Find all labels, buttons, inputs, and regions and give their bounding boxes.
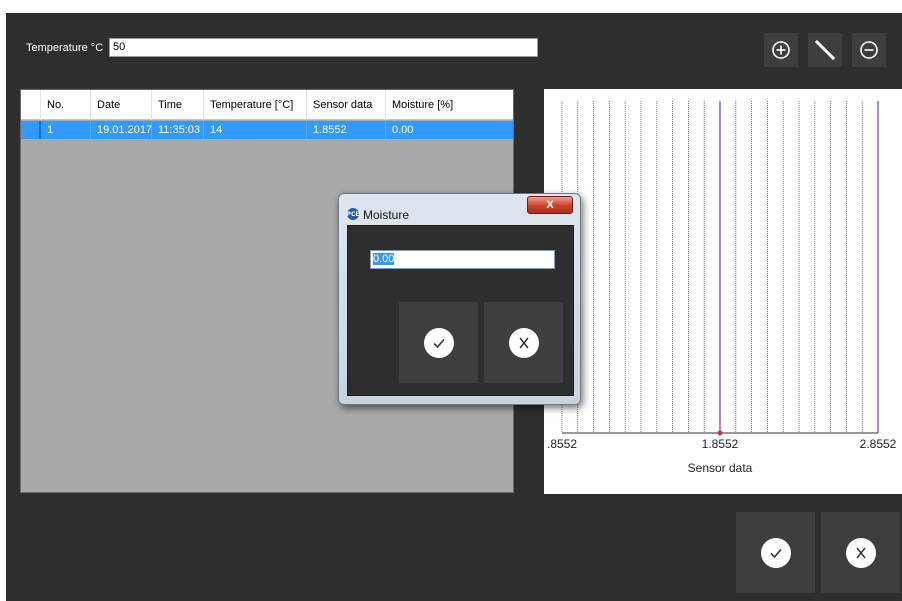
row-header-corner	[21, 90, 41, 120]
zoom-in-button[interactable]	[764, 33, 798, 67]
dialog-close-button[interactable]: X	[527, 196, 573, 214]
temperature-input[interactable]: 50	[109, 38, 538, 57]
column-date[interactable]: Date	[91, 90, 152, 120]
cell-no[interactable]: 1	[41, 121, 91, 139]
x-axis-label: Sensor data	[687, 461, 753, 475]
column-time[interactable]: Time	[152, 90, 204, 120]
check-circle-icon	[423, 327, 454, 358]
column-moisture[interactable]: Moisture [%]	[386, 90, 513, 120]
diagonal-line-icon	[814, 39, 836, 61]
cell-temperature[interactable]: 14	[204, 121, 307, 139]
dialog-ok-button[interactable]	[399, 302, 478, 383]
check-circle-icon	[760, 537, 791, 568]
column-temperature[interactable]: Temperature [°C]	[204, 90, 307, 120]
column-sensor-data[interactable]: Sensor data	[307, 90, 386, 120]
dialog-body: 0.00	[347, 225, 574, 396]
zoom-out-button[interactable]	[852, 33, 886, 67]
x-circle-icon	[845, 537, 876, 568]
chart-plot	[561, 101, 879, 436]
sensor-chart[interactable]: .8552 1.8552 2.8552 Sensor data	[544, 89, 902, 494]
app-window: Temperature °C 50 No. Date Time Temperat…	[6, 13, 902, 601]
moisture-input[interactable]: 0.00	[370, 250, 555, 269]
moisture-input-value: 0.00	[373, 253, 395, 265]
line-tool-button[interactable]	[808, 33, 842, 67]
cell-time[interactable]: 11:35:03	[152, 121, 204, 139]
app-logo-icon: PCE	[347, 208, 359, 220]
x-circle-icon	[508, 327, 539, 358]
temperature-label: Temperature °C	[26, 42, 104, 54]
moisture-dialog: PCE Moisture X 0.00	[338, 193, 581, 405]
x-tick-label-middle: 1.8552	[701, 437, 739, 451]
ok-button[interactable]	[736, 512, 815, 593]
x-tick-label-left: .8552	[546, 437, 578, 451]
x-tick-label-right: 2.8552	[859, 437, 897, 451]
dialog-title: Moisture	[363, 208, 410, 222]
table-row[interactable]: 1 19.01.2017 11:35:03 14 1.8552 0.00	[21, 121, 513, 139]
column-no[interactable]: No.	[41, 90, 91, 120]
cell-sensor-data[interactable]: 1.8552	[307, 121, 386, 139]
minus-circle-icon	[860, 41, 878, 59]
cell-moisture[interactable]: 0.00	[386, 121, 513, 139]
plus-circle-icon	[772, 41, 790, 59]
table-header: No. Date Time Temperature [°C] Sensor da…	[21, 90, 513, 120]
row-header[interactable]	[21, 121, 41, 139]
data-point[interactable]	[717, 430, 723, 436]
cell-date[interactable]: 19.01.2017	[91, 121, 152, 139]
dialog-cancel-button[interactable]	[484, 302, 563, 383]
cancel-button[interactable]	[821, 512, 900, 593]
